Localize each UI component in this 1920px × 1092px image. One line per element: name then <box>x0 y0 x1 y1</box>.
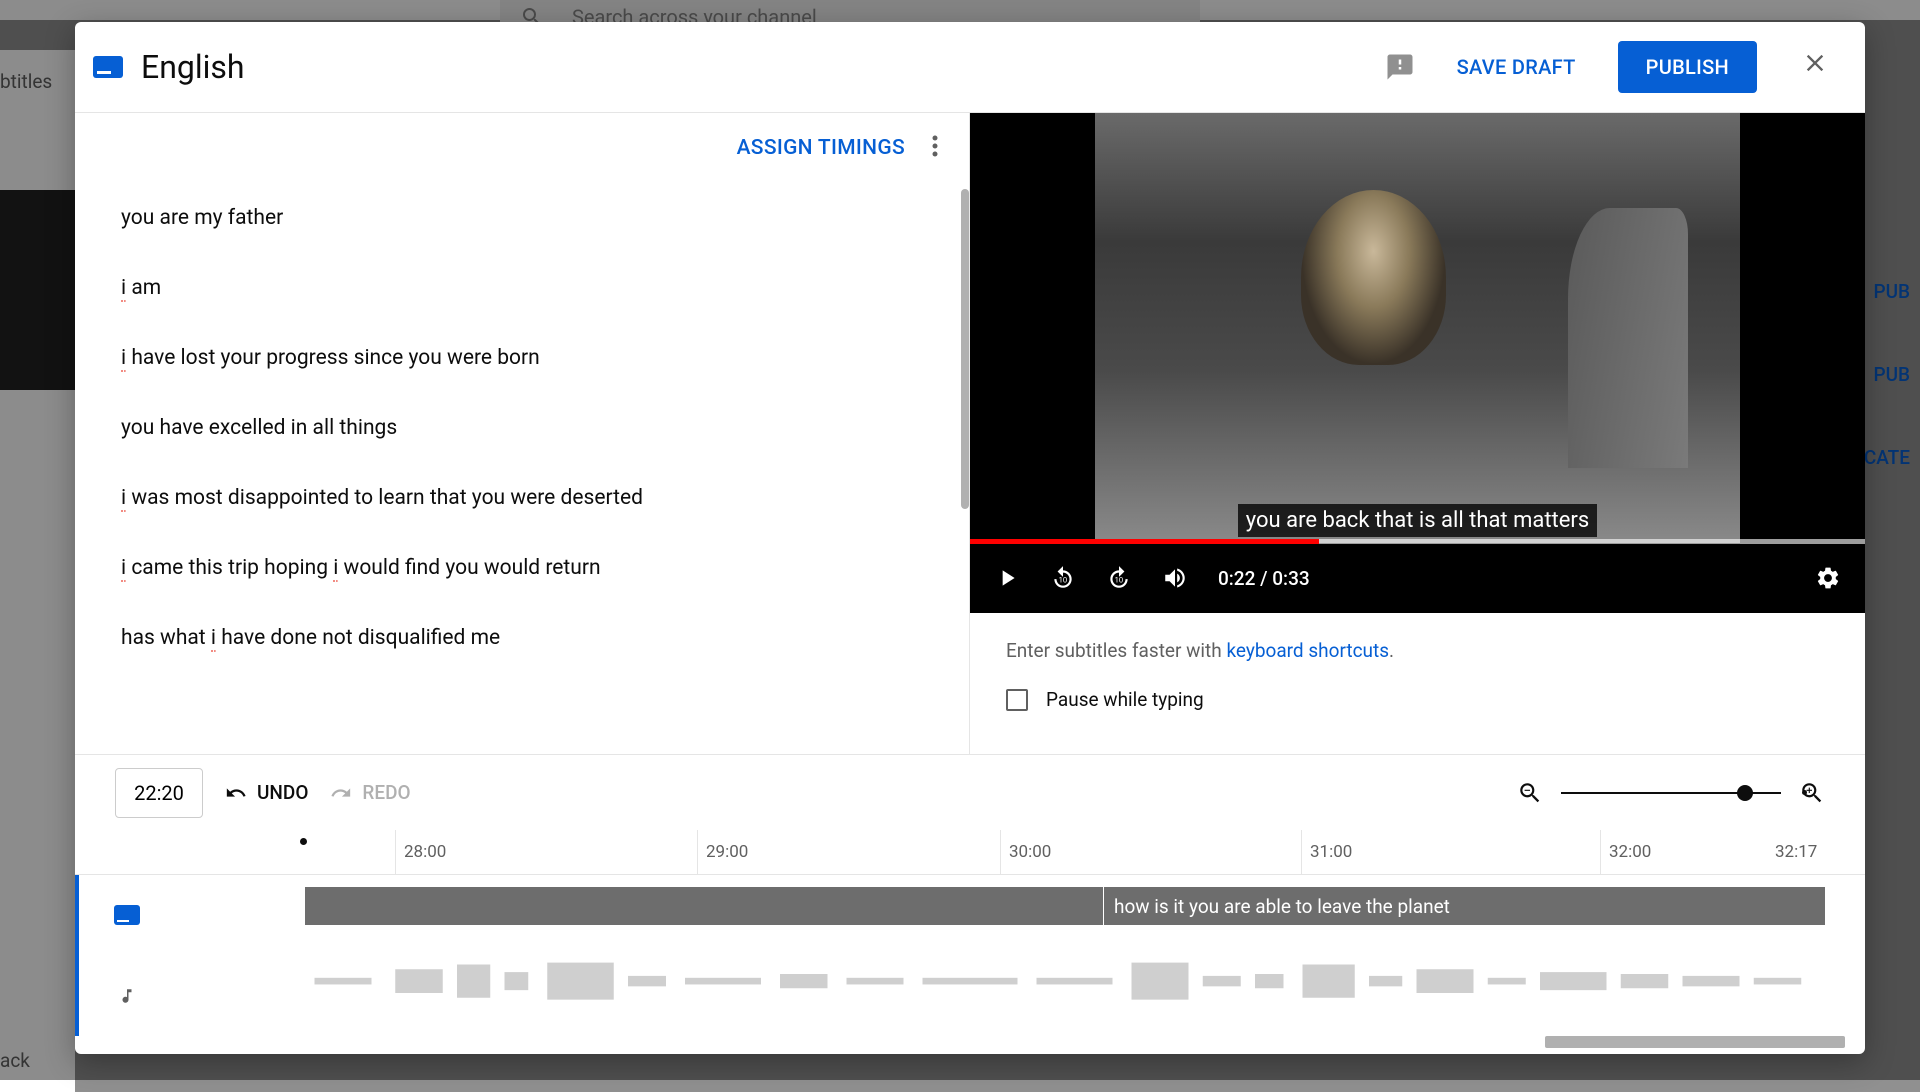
shortcuts-hint: Enter subtitles faster with keyboard sho… <box>970 613 1865 678</box>
caption-track[interactable]: how is it you are able to leave the plan… <box>305 887 1825 925</box>
publish-button[interactable]: PUBLISH <box>1618 41 1757 93</box>
undo-button[interactable]: UNDO <box>225 781 308 804</box>
subtitle-editor-dialog: English SAVE DRAFT PUBLISH ASSIGN TIMING… <box>75 22 1865 1054</box>
timeline-panel: UNDO REDO 28:00 29:00 30:00 31:00 32:00 … <box>75 754 1865 1054</box>
video-frame[interactable]: you are back that is all that matters <box>1095 113 1740 543</box>
scrollbar-thumb[interactable] <box>961 189 969 509</box>
close-button[interactable] <box>1795 49 1835 85</box>
ruler-tick: 28:00 <box>395 830 446 874</box>
redo-button[interactable]: REDO <box>330 781 410 804</box>
save-draft-button[interactable]: SAVE DRAFT <box>1433 55 1600 79</box>
caption-overlay: you are back that is all that matters <box>1238 504 1597 537</box>
video-player: you are back that is all that matters 10… <box>970 113 1865 613</box>
subtitle-line[interactable]: you have excelled in all things <box>121 393 923 463</box>
current-time-input[interactable] <box>115 768 203 818</box>
video-controls: 10 10 0:22 / 0:33 <box>970 543 1865 613</box>
dialog-title: English <box>141 48 1367 86</box>
subtitle-line[interactable]: has what i have done not disqualified me <box>121 603 923 673</box>
settings-icon[interactable] <box>1815 565 1841 591</box>
timeline-scrollbar-thumb[interactable] <box>1545 1036 1845 1048</box>
subtitle-text-list[interactable]: you are my father i am i have lost your … <box>75 183 969 754</box>
pause-while-typing-label: Pause while typing <box>1046 688 1204 711</box>
play-icon[interactable] <box>994 565 1020 591</box>
subtitle-line[interactable]: i came this trip hoping i would find you… <box>121 533 923 603</box>
caption-segment[interactable]: how is it you are able to leave the plan… <box>1103 887 1825 925</box>
svg-text:10: 10 <box>1059 575 1068 584</box>
ruler-tick: 29:00 <box>697 830 748 874</box>
zoom-slider[interactable] <box>1561 792 1781 794</box>
subtitle-icon <box>93 56 123 78</box>
ruler-tick: 32:17 <box>1767 830 1817 874</box>
svg-text:10: 10 <box>1115 575 1124 584</box>
subtitle-line[interactable]: i was most disappointed to learn that yo… <box>121 463 923 533</box>
dialog-header: English SAVE DRAFT PUBLISH <box>75 22 1865 112</box>
forward-10-icon[interactable]: 10 <box>1106 565 1132 591</box>
video-progress-bar[interactable] <box>970 539 1865 544</box>
subtitle-line[interactable]: i am <box>121 253 923 323</box>
volume-icon[interactable] <box>1162 565 1188 591</box>
ruler-tick: 32:00 <box>1600 830 1651 874</box>
rewind-10-icon[interactable]: 10 <box>1050 565 1076 591</box>
subtitle-line[interactable]: i have lost your progress since you were… <box>121 323 923 393</box>
ruler-tick: 31:00 <box>1301 830 1352 874</box>
zoom-out-icon[interactable] <box>1517 780 1543 806</box>
timeline-scrollbar[interactable] <box>95 1036 1845 1048</box>
audio-track-label <box>79 956 175 1037</box>
feedback-icon[interactable] <box>1385 52 1415 82</box>
ruler-tick: 30:00 <box>1000 830 1051 874</box>
caption-track-label <box>79 875 175 956</box>
audio-waveform[interactable] <box>305 955 1825 1010</box>
shortcuts-link[interactable]: keyboard shortcuts <box>1226 639 1389 662</box>
subtitle-line[interactable]: you are my father <box>121 183 923 253</box>
pause-while-typing-checkbox[interactable] <box>1006 689 1028 711</box>
video-time: 0:22 / 0:33 <box>1218 567 1310 590</box>
preview-panel: you are back that is all that matters 10… <box>970 113 1865 754</box>
assign-timings-button[interactable]: ASSIGN TIMINGS <box>737 136 905 160</box>
transcript-panel: ASSIGN TIMINGS you are my father i am i … <box>75 113 970 754</box>
timeline-ruler[interactable]: 28:00 29:00 30:00 31:00 32:00 32:17 <box>75 830 1865 875</box>
playhead-dot[interactable] <box>300 838 307 845</box>
more-menu-button[interactable] <box>919 134 951 162</box>
